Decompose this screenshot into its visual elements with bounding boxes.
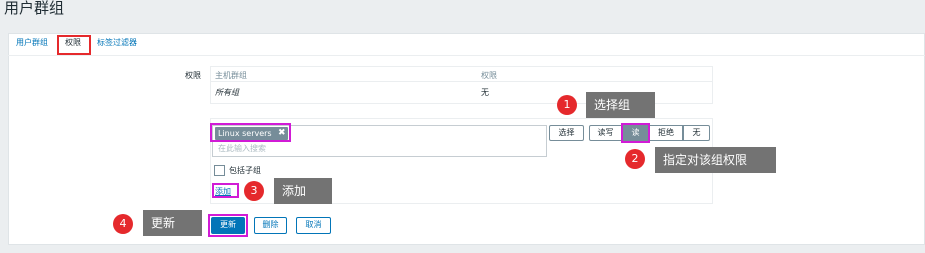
tab-user-group[interactable]: 用户群组 (16, 37, 48, 49)
perm-read-highlight-box (621, 123, 650, 143)
tab-tag-filter[interactable]: 标签过滤器 (97, 37, 137, 49)
step-4-marker: 4 (113, 214, 133, 234)
delete-button[interactable]: 删除 (254, 217, 287, 234)
perm-deny-option[interactable]: 拒绝 (649, 125, 683, 141)
row-hostgroup-cell: 所有组 (215, 88, 239, 97)
step-2-marker: 2 (625, 149, 645, 169)
cancel-button[interactable]: 取消 (296, 217, 331, 234)
step-2-callout: 指定对该组权限 (655, 147, 776, 173)
step-3-callout: 添加 (274, 178, 332, 204)
tab-highlight-box (57, 35, 91, 55)
perm-read-write-option[interactable]: 读写 (589, 125, 622, 141)
permissions-label: 权限 (185, 71, 201, 80)
include-subgroups-label: 包括子组 (229, 166, 261, 175)
col-hostgroup-header: 主机群组 (215, 71, 247, 80)
step-1-marker: 1 (557, 95, 577, 115)
permissions-table-divider (211, 81, 712, 82)
row-permission-cell: 无 (481, 88, 489, 97)
select-button[interactable]: 选择 (549, 125, 584, 141)
tab-divider (8, 55, 925, 56)
include-subgroups-checkbox[interactable] (214, 165, 225, 176)
step-3-marker: 3 (244, 181, 264, 201)
perm-none-option[interactable]: 无 (683, 125, 710, 141)
step-4-callout: 更新 (143, 210, 202, 236)
add-link-highlight-box (212, 183, 239, 198)
step-1-callout: 选择组 (586, 92, 655, 118)
update-highlight-box (208, 214, 248, 237)
chip-highlight-box (210, 123, 291, 142)
page-title: 用户群组 (4, 0, 65, 17)
search-input[interactable]: 在此输入搜索 (218, 143, 266, 154)
col-permission-header: 权限 (481, 71, 497, 80)
